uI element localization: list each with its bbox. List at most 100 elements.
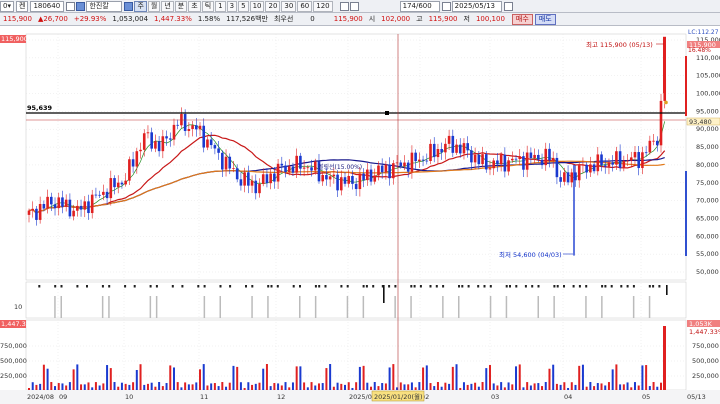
oscillator-marker <box>467 285 470 288</box>
minute-button-10[interactable]: 10 <box>249 0 265 12</box>
oscillator-marker <box>477 285 480 288</box>
date-field[interactable]: 2025/05/13 <box>451 0 502 12</box>
quote-open-label: 시 <box>368 15 376 23</box>
oscillator-bar <box>219 296 221 318</box>
volume-bar <box>344 384 347 390</box>
candle-body <box>406 162 410 172</box>
volume-bar <box>172 367 175 390</box>
volume-bar <box>477 386 480 390</box>
volume-bar <box>611 369 614 390</box>
volume-bar <box>98 385 101 390</box>
price-axis-label: 100,000 <box>696 90 720 98</box>
left-price-tag-label: 115,900 <box>1 35 28 43</box>
candle-body <box>611 162 614 165</box>
volume-bar <box>436 382 439 390</box>
volume-bar <box>299 366 302 390</box>
market-code-box[interactable]: 0 ▾ <box>0 0 14 12</box>
volume-bar <box>511 384 514 390</box>
oscillator-marker <box>509 285 511 288</box>
candle-body <box>436 149 440 158</box>
volume-axis-left-label: 250,000 <box>0 372 27 380</box>
period-button-minute[interactable]: 분 <box>174 0 188 12</box>
minute-button-3[interactable]: 3 <box>226 0 238 12</box>
oscillator-bar <box>585 296 587 318</box>
volume-bar <box>593 386 596 390</box>
refresh-icon[interactable] <box>349 1 359 11</box>
volume-bar <box>366 382 369 390</box>
candle-body <box>629 157 633 161</box>
stock-list-icon[interactable] <box>76 1 86 11</box>
stock-chart[interactable]: 95,639 최고 115,900 (05/13) 최저 54,600 (04/… <box>0 26 720 404</box>
oscillator-marker <box>435 285 438 288</box>
oscillator-marker <box>429 285 432 288</box>
minute-button-20[interactable]: 20 <box>265 0 281 12</box>
calendar-icon[interactable] <box>441 1 451 11</box>
sell-button[interactable]: 매도 <box>534 13 556 25</box>
candle-body <box>421 159 425 161</box>
candle-body <box>321 175 324 182</box>
settings-icon[interactable] <box>339 1 349 11</box>
candle-body <box>291 166 295 173</box>
volume-bar <box>165 383 168 390</box>
volume-bar <box>124 383 127 390</box>
candle-body <box>354 183 358 190</box>
count-field[interactable]: 174/600 <box>399 0 440 12</box>
candle-body <box>626 160 629 162</box>
minute-button-120[interactable]: 120 <box>313 0 333 12</box>
candle-body <box>473 154 477 163</box>
oscillator-marker <box>203 285 206 288</box>
candle-body <box>548 148 551 161</box>
oscillator-marker <box>632 285 635 288</box>
oscillator-marker <box>38 285 41 288</box>
stock-code-input[interactable]: 180640 <box>30 0 65 12</box>
market-label-box[interactable]: 켄 <box>15 0 29 12</box>
oscillator-marker <box>314 285 317 288</box>
volume-bar <box>481 382 484 390</box>
volume-bar <box>303 382 306 390</box>
volume-axis-label: 500,000 <box>692 357 719 365</box>
candle-body <box>566 172 570 183</box>
time-axis-label: 12 <box>277 393 285 401</box>
minute-button-5[interactable]: 5 <box>238 0 249 12</box>
volume-bar <box>161 386 164 390</box>
minute-button-60[interactable]: 60 <box>297 0 313 12</box>
period-button-month[interactable]: 월 <box>147 0 161 12</box>
candle-body <box>176 124 180 126</box>
volume-bar <box>258 382 261 390</box>
reference-line-handle[interactable] <box>385 111 389 115</box>
volume-bar <box>225 386 228 390</box>
candle-body <box>522 156 525 170</box>
oscillator-marker <box>658 285 661 288</box>
volume-bar <box>455 364 458 390</box>
volume-bar <box>462 382 465 390</box>
period-button-tick[interactable]: 틱 <box>201 0 215 12</box>
candle-body <box>128 159 131 181</box>
period-button-year[interactable]: 년 <box>161 0 174 12</box>
high-spike <box>663 36 666 94</box>
minute-button-30[interactable]: 30 <box>281 0 297 12</box>
buy-button[interactable]: 매수 <box>511 13 533 25</box>
stock-name-field: 한진칼 <box>86 0 123 12</box>
price-axis-label: 95,000 <box>696 107 719 115</box>
date-picker-icon[interactable] <box>503 1 513 11</box>
oscillator-marker <box>197 285 200 288</box>
candle-body <box>276 163 280 182</box>
candle-body <box>366 169 369 181</box>
oscillator-marker <box>601 285 604 288</box>
left-volume-tag-label: 1,447.33% <box>1 320 36 328</box>
period-button-second[interactable]: 초 <box>188 0 201 12</box>
oscillator-marker <box>133 285 136 288</box>
candle-body <box>302 167 306 169</box>
oscillator-marker <box>181 285 184 288</box>
volume-bar <box>567 387 570 390</box>
volume-bar <box>414 387 417 390</box>
candle-body <box>191 125 194 130</box>
volume-bar <box>370 386 373 390</box>
oscillator-marker <box>245 285 247 288</box>
search-icon[interactable] <box>66 1 76 11</box>
minute-button-1[interactable]: 1 <box>215 0 226 12</box>
volume-bar <box>559 384 562 390</box>
chart-type-icon[interactable] <box>124 1 134 11</box>
period-button-week[interactable]: 주 <box>134 0 147 12</box>
candle-body <box>146 132 150 134</box>
